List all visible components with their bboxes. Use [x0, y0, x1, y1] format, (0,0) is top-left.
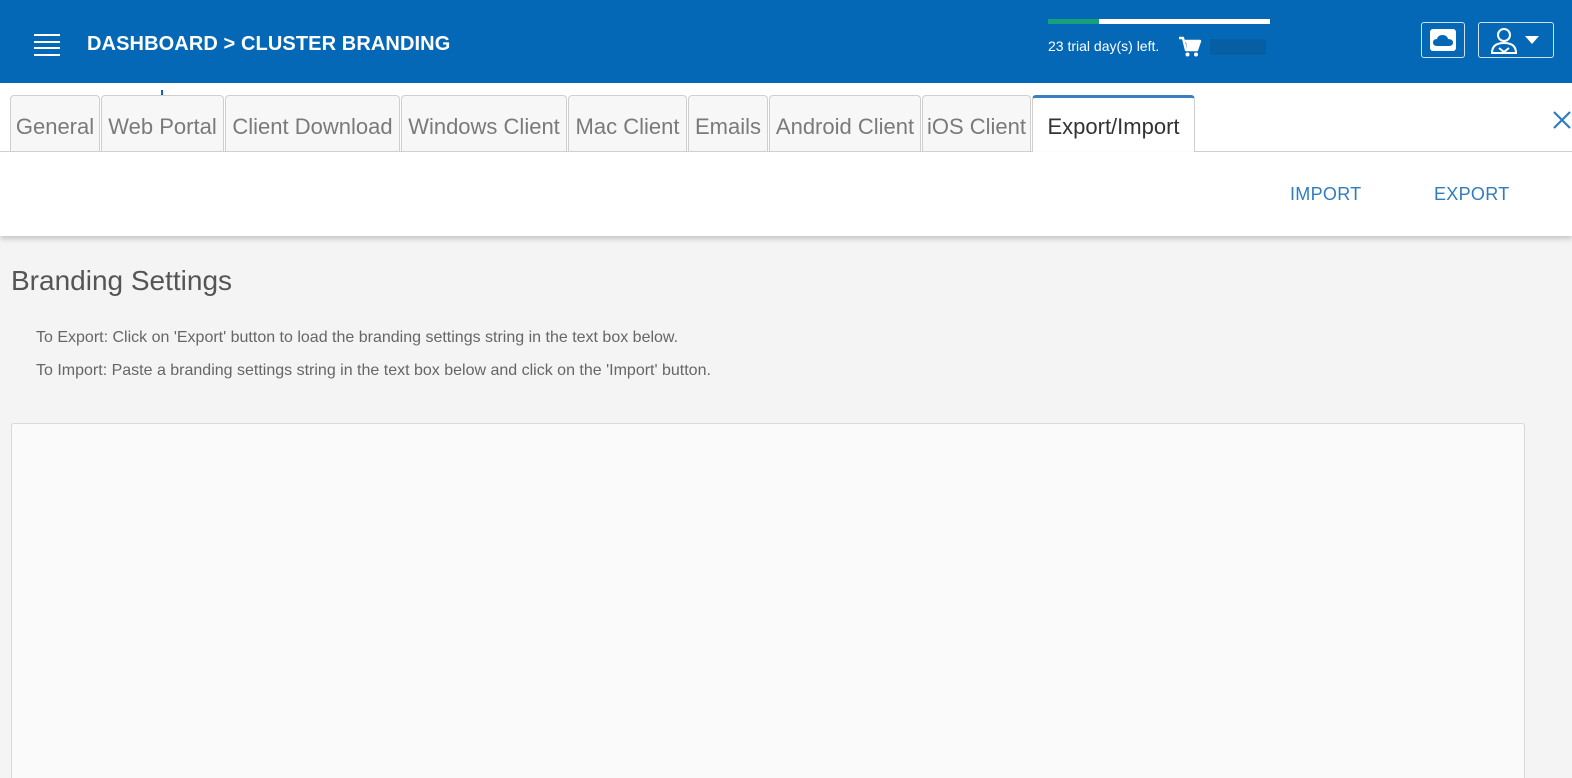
cloud-icon	[1430, 29, 1456, 51]
close-icon[interactable]	[1550, 108, 1572, 130]
trial-days-text: 23 trial day(s) left.	[1048, 38, 1160, 54]
page-title: Branding Settings	[11, 265, 233, 296]
menu-icon[interactable]	[34, 34, 60, 56]
action-bar: IMPORT EXPORT	[0, 152, 1572, 236]
branding-settings-textbox[interactable]	[11, 423, 1525, 778]
tab-client-download[interactable]: Client Download	[225, 95, 400, 151]
tab-export-import[interactable]: Export/Import	[1032, 95, 1195, 153]
user-menu-button[interactable]	[1478, 22, 1554, 58]
tab-bar: General Web Portal Client Download Windo…	[0, 83, 1572, 153]
buy-placeholder	[1210, 39, 1266, 55]
user-icon	[1490, 28, 1518, 54]
trial-progress-bar	[1048, 19, 1270, 24]
tab-windows-client[interactable]: Windows Client	[401, 95, 567, 151]
tab-general[interactable]: General	[10, 95, 100, 151]
trial-progress-fill	[1048, 19, 1100, 24]
export-button[interactable]: EXPORT	[1434, 184, 1510, 205]
cart-icon[interactable]	[1178, 36, 1202, 58]
top-header: DASHBOARD > CLUSTER BRANDING 23 trial da…	[0, 0, 1572, 83]
caret-down-icon	[1525, 36, 1539, 44]
tab-android-client[interactable]: Android Client	[769, 95, 921, 151]
tab-emails[interactable]: Emails	[688, 95, 768, 151]
tab-mac-client[interactable]: Mac Client	[568, 95, 687, 151]
breadcrumb: DASHBOARD > CLUSTER BRANDING	[87, 33, 451, 55]
import-help-text: To Import: Paste a branding settings str…	[36, 362, 711, 379]
tab-web-portal[interactable]: Web Portal	[101, 95, 224, 151]
tab-ios-client[interactable]: iOS Client	[922, 95, 1031, 151]
cloud-button[interactable]	[1421, 22, 1465, 58]
export-help-text: To Export: Click on 'Export' button to l…	[36, 329, 679, 346]
import-button[interactable]: IMPORT	[1290, 184, 1361, 205]
